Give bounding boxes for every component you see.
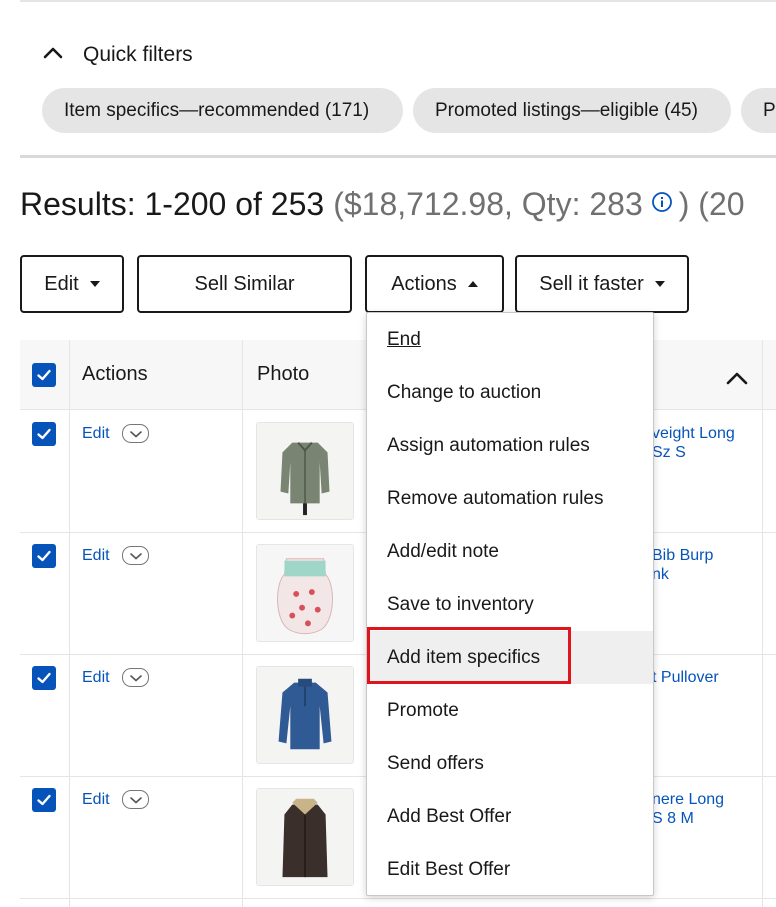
sell-similar-button[interactable]: Sell Similar (137, 255, 352, 313)
checkmark-icon (37, 550, 51, 562)
chevron-up-icon[interactable] (724, 366, 750, 392)
row-checkbox[interactable] (32, 666, 56, 690)
top-divider (20, 0, 776, 2)
checkmark-icon (37, 672, 51, 684)
menu-item-change-to-auction[interactable]: Change to auction (367, 366, 653, 419)
menu-item-send-offers[interactable]: Send offers (367, 737, 653, 790)
row-checkbox[interactable] (32, 544, 56, 568)
filters-divider (20, 155, 776, 158)
menu-item-add-item-specifics[interactable]: Add item specifics (367, 631, 653, 684)
info-icon[interactable] (651, 191, 673, 213)
row-divider (20, 898, 776, 899)
chevron-down-icon (129, 430, 142, 438)
chevron-down-icon (129, 674, 142, 682)
row-checkbox[interactable] (32, 422, 56, 446)
column-header-actions[interactable]: Actions (82, 363, 148, 386)
menu-item-save-to-inventory[interactable]: Save to inventory (367, 578, 653, 631)
row-title-fragment[interactable]: nere Long S 8 M (652, 790, 724, 828)
product-photo-jacket[interactable] (256, 422, 354, 520)
results-summary: Results: 1-200 of 253 ($18,712.98, Qty: … (20, 186, 745, 223)
results-suffix: ) (20 (678, 186, 745, 222)
chevron-down-icon (129, 552, 142, 560)
filter-chip-promoted-listings[interactable]: Promoted listings—eligible (45) (413, 88, 731, 133)
quick-filters-title: Quick filters (83, 43, 193, 66)
chevron-up-icon (42, 42, 64, 69)
actions-dropdown-menu: End Change to auction Assign automation … (366, 312, 654, 896)
actions-dropdown-button[interactable]: Actions (365, 255, 504, 313)
quick-filters-toggle[interactable]: Quick filters (42, 42, 193, 68)
row-title-fragment[interactable]: veight Long Sz S (652, 424, 735, 462)
sell-it-faster-label: Sell it faster (539, 272, 644, 295)
row-more-dropdown[interactable] (122, 790, 149, 809)
row-more-dropdown[interactable] (122, 668, 149, 687)
checkmark-icon (37, 794, 51, 806)
product-photo-coat[interactable] (256, 788, 354, 886)
menu-item-add-best-offer[interactable]: Add Best Offer (367, 790, 653, 843)
column-divider (242, 340, 243, 907)
menu-item-assign-automation-rules[interactable]: Assign automation rules (367, 419, 653, 472)
sell-similar-label: Sell Similar (194, 272, 295, 295)
checkmark-icon (37, 369, 51, 381)
row-edit-link[interactable]: Edit (82, 547, 110, 565)
menu-item-add-edit-note[interactable]: Add/edit note (367, 525, 653, 578)
menu-item-end[interactable]: End (367, 313, 653, 366)
menu-item-edit-best-offer[interactable]: Edit Best Offer (367, 843, 653, 896)
product-photo-pullover[interactable] (256, 666, 354, 764)
filter-chip-partial[interactable]: P (741, 88, 776, 133)
chevron-down-icon (129, 796, 142, 804)
row-title-fragment[interactable]: Bib Burp nk (652, 546, 713, 584)
row-more-dropdown[interactable] (122, 424, 149, 443)
caret-down-icon (654, 281, 665, 287)
caret-up-icon (467, 281, 478, 287)
row-checkbox[interactable] (32, 788, 56, 812)
row-edit-link[interactable]: Edit (82, 669, 110, 687)
menu-item-promote[interactable]: Promote (367, 684, 653, 737)
results-range: Results: 1-200 of 253 (20, 186, 325, 222)
row-title-fragment[interactable]: t Pullover (652, 668, 719, 687)
caret-down-icon (89, 281, 100, 287)
edit-button-label: Edit (44, 272, 79, 295)
filter-chip-item-specifics[interactable]: Item specifics—recommended (171) (42, 88, 403, 133)
column-divider (69, 340, 70, 907)
column-header-photo[interactable]: Photo (257, 363, 309, 386)
results-totals: ($18,712.98, Qty: 283 (333, 186, 643, 222)
menu-item-remove-automation-rules[interactable]: Remove automation rules (367, 472, 653, 525)
product-photo-bib[interactable] (256, 544, 354, 642)
select-all-checkbox[interactable] (32, 363, 56, 387)
checkmark-icon (37, 428, 51, 440)
row-edit-link[interactable]: Edit (82, 791, 110, 809)
sell-it-faster-button[interactable]: Sell it faster (515, 255, 689, 313)
actions-button-label: Actions (391, 272, 457, 295)
edit-dropdown-button[interactable]: Edit (20, 255, 124, 313)
column-divider (762, 340, 763, 907)
row-more-dropdown[interactable] (122, 546, 149, 565)
row-edit-link[interactable]: Edit (82, 425, 110, 443)
